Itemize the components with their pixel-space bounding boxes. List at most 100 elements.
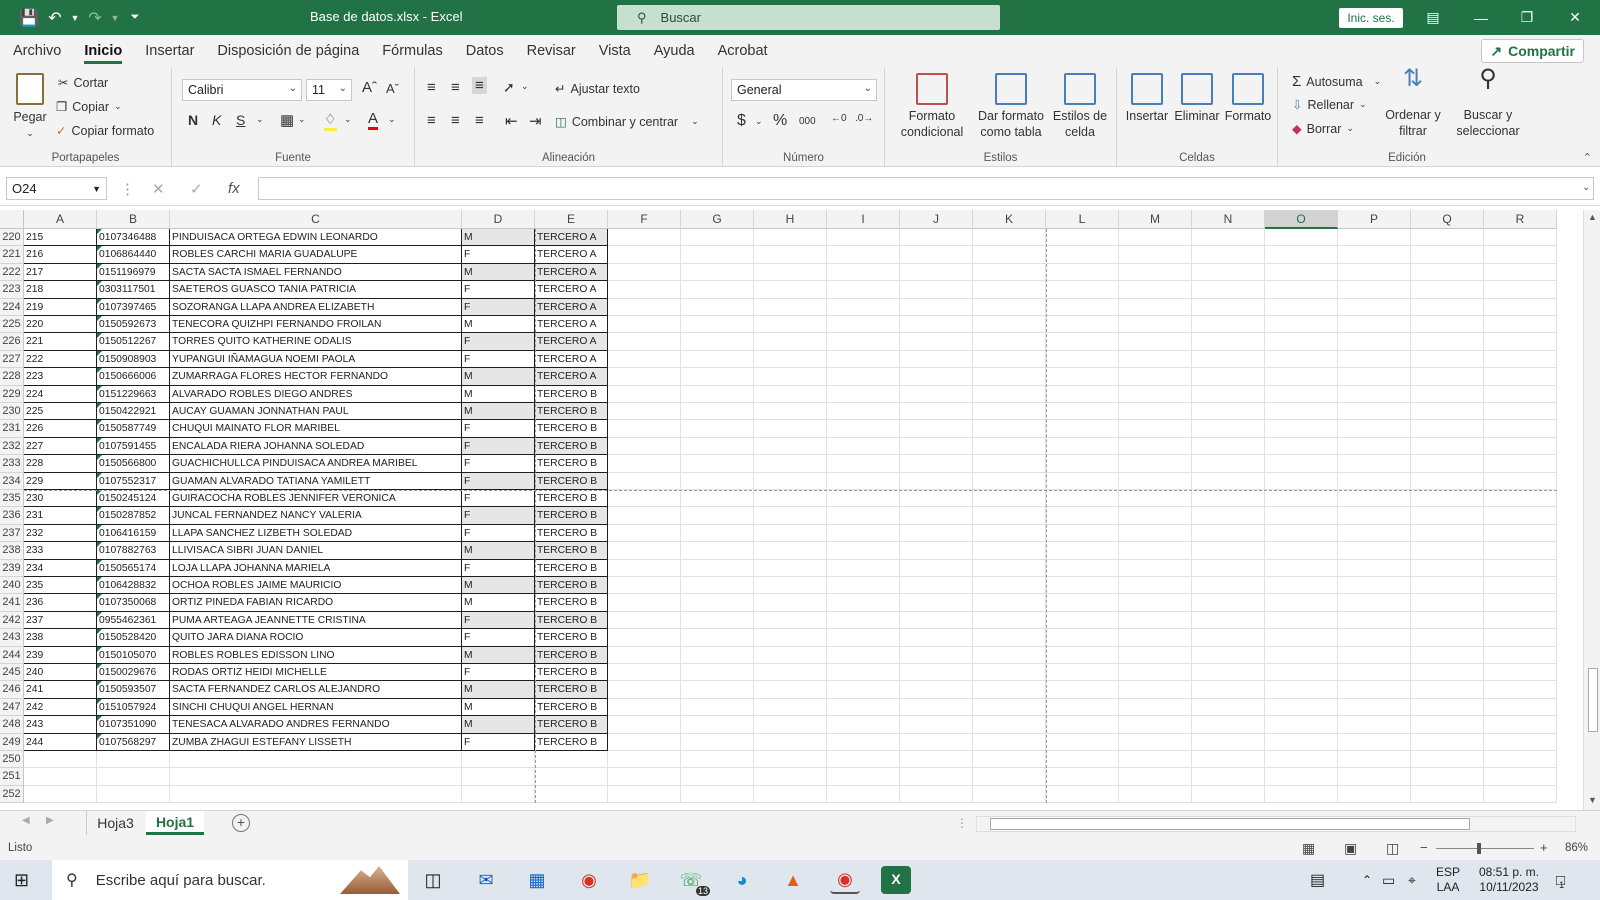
empty-cell[interactable]	[1192, 299, 1265, 316]
row-header[interactable]: 252	[0, 785, 24, 804]
task-view-icon[interactable]: ◫	[418, 866, 448, 894]
empty-cell[interactable]	[1046, 403, 1119, 421]
cell-c[interactable]: OCHOA ROBLES JAIME MAURICIO	[170, 577, 462, 595]
empty-cell[interactable]	[827, 681, 900, 699]
cell-c[interactable]: SAETEROS GUASCO TANIA PATRICIA	[170, 281, 462, 299]
row-header[interactable]: 225	[0, 316, 24, 334]
empty-cell[interactable]	[973, 716, 1046, 734]
sheet-tab-hoja3[interactable]: Hoja3	[86, 811, 144, 835]
tab-split-handle-icon[interactable]: ⋮	[956, 816, 968, 830]
empty-cell[interactable]	[1265, 768, 1338, 786]
empty-cell[interactable]	[1265, 299, 1338, 316]
empty-cell[interactable]	[1338, 455, 1411, 473]
empty-cell[interactable]	[1411, 681, 1484, 699]
increase-indent-icon[interactable]: ⇥	[529, 112, 542, 130]
format-painter-button[interactable]: ✓ Copiar formato	[56, 123, 154, 139]
empty-cell[interactable]	[827, 264, 900, 282]
zoom-level[interactable]: 86%	[1565, 842, 1588, 854]
empty-cell[interactable]	[973, 768, 1046, 786]
borders-dropdown-icon[interactable]: ⌄	[298, 114, 306, 125]
empty-cell[interactable]	[1192, 368, 1265, 386]
empty-cell[interactable]	[1411, 246, 1484, 264]
empty-cell[interactable]	[681, 768, 754, 786]
row-header[interactable]: 245	[0, 664, 24, 682]
empty-cell[interactable]	[1338, 577, 1411, 595]
empty-cell[interactable]	[973, 264, 1046, 282]
column-header[interactable]: K	[973, 210, 1046, 229]
empty-cell[interactable]	[681, 264, 754, 282]
row-header[interactable]: 233	[0, 455, 24, 473]
empty-cell[interactable]	[1338, 594, 1411, 612]
row-header[interactable]: 243	[0, 629, 24, 647]
save-icon[interactable]: 💾	[18, 7, 40, 29]
empty-cell[interactable]	[1411, 699, 1484, 717]
cell-d[interactable]: M	[462, 716, 535, 734]
empty-cell[interactable]	[608, 507, 681, 525]
empty-cell[interactable]	[973, 403, 1046, 421]
orientation-icon[interactable]: ➚	[503, 79, 515, 96]
empty-cell[interactable]	[1338, 473, 1411, 490]
column-header[interactable]: P	[1338, 210, 1411, 229]
empty-cell[interactable]	[1192, 734, 1265, 751]
empty-cell[interactable]	[1119, 647, 1192, 664]
next-sheet-icon[interactable]: ▶	[46, 815, 54, 826]
cell-b[interactable]: 0151196979	[97, 263, 170, 282]
tab-insertar[interactable]: Insertar	[145, 35, 194, 67]
font-size-select[interactable]: 11 ⌄	[306, 79, 352, 101]
empty-cell[interactable]	[900, 403, 973, 421]
cell-c[interactable]: LLIVISACA SIBRI JUAN DANIEL	[170, 542, 462, 560]
empty-cell[interactable]	[1046, 229, 1119, 247]
empty-cell[interactable]	[1192, 420, 1265, 438]
empty-cell[interactable]	[1265, 664, 1338, 682]
cell-a[interactable]: 244	[24, 733, 97, 751]
column-header[interactable]: D	[462, 210, 535, 229]
cell-c[interactable]: TORRES QUITO KATHERINE ODALIS	[170, 333, 462, 351]
empty-cell[interactable]	[827, 629, 900, 647]
empty-cell[interactable]	[1484, 560, 1557, 577]
column-header[interactable]: Q	[1411, 210, 1484, 229]
empty-cell[interactable]	[900, 577, 973, 595]
taskbar-search[interactable]: ⚲ Escribe aquí para buscar.	[52, 860, 408, 900]
empty-cell[interactable]	[608, 403, 681, 421]
cell-a[interactable]: 240	[24, 664, 97, 682]
cell-b[interactable]: 0150105070	[97, 646, 170, 664]
empty-cell[interactable]	[1411, 281, 1484, 299]
empty-cell[interactable]	[681, 716, 754, 734]
vertical-scrollbar[interactable]: ▲ ▼	[1583, 210, 1600, 810]
empty-cell[interactable]	[973, 455, 1046, 473]
cell-e[interactable]: TERCERO B	[535, 472, 608, 490]
empty-cell[interactable]	[1411, 473, 1484, 490]
empty-cell[interactable]	[1192, 281, 1265, 299]
cell-b[interactable]: 0150908903	[97, 350, 170, 369]
empty-cell[interactable]	[608, 699, 681, 717]
cell-d[interactable]: M	[462, 229, 535, 247]
empty-cell[interactable]	[754, 281, 827, 299]
redo-dropdown-icon[interactable]: ▼	[110, 7, 120, 29]
empty-cell[interactable]	[608, 299, 681, 316]
format-cells-button[interactable]: Formato	[1223, 73, 1273, 124]
empty-cell[interactable]	[973, 229, 1046, 247]
empty-cell[interactable]	[1484, 507, 1557, 525]
empty-cell[interactable]	[973, 647, 1046, 664]
cell-c[interactable]: PUMA ARTEAGA JEANNETTE CRISTINA	[170, 611, 462, 630]
cell-b[interactable]: 0150565174	[97, 559, 170, 577]
empty-cell[interactable]	[1119, 751, 1192, 769]
empty-cell[interactable]	[1265, 647, 1338, 664]
empty-cell[interactable]	[827, 490, 900, 508]
empty-cell[interactable]	[1338, 560, 1411, 577]
empty-cell[interactable]	[1265, 316, 1338, 334]
empty-cell[interactable]	[681, 594, 754, 612]
empty-cell[interactable]	[754, 490, 827, 508]
tab-ayuda[interactable]: Ayuda	[654, 35, 695, 67]
autosum-button[interactable]: Σ Autosuma ⌄	[1292, 73, 1381, 90]
empty-cell[interactable]	[1338, 438, 1411, 456]
empty-cell[interactable]	[1338, 612, 1411, 630]
cell-b[interactable]: 0303117501	[97, 281, 170, 299]
cell-b[interactable]: 0106864440	[97, 246, 170, 264]
empty-cell[interactable]	[754, 681, 827, 699]
empty-cell[interactable]	[1046, 455, 1119, 473]
empty-cell[interactable]	[754, 768, 827, 786]
wifi-icon[interactable]: ⌖	[1408, 860, 1416, 900]
empty-cell[interactable]	[1192, 351, 1265, 369]
cell-e[interactable]: TERCERO B	[535, 437, 608, 456]
